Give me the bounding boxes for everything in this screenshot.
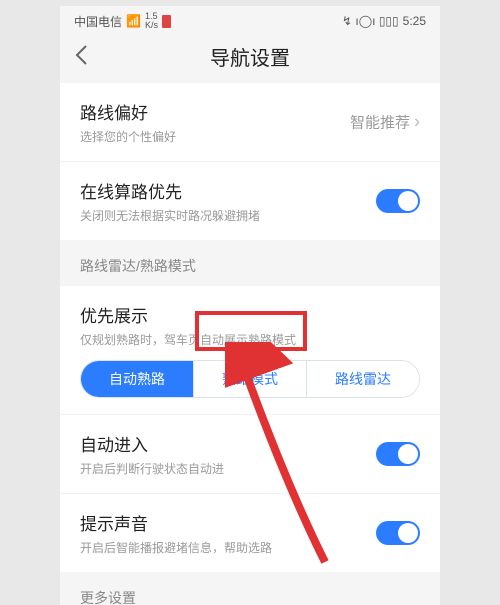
online-route-title: 在线算路优先 <box>80 178 420 203</box>
sound-hint-sub: 开启后智能播报避堵信息，帮助选路 <box>80 539 420 556</box>
card-route-basic: 路线偏好 选择您的个性偏好 智能推荐 › 在线算路优先 关闭则无法根据实时路况躲… <box>60 83 440 240</box>
sound-hint-toggle[interactable] <box>376 521 420 545</box>
signal-icon: 📶 <box>126 14 141 28</box>
time-label: 5:25 <box>403 14 426 28</box>
nav-header: 导航设置 <box>60 32 440 83</box>
row-priority-display: 优先展示 仅规划熟路时，驾车页自动展示熟路模式 自动熟路 熟路模式 路线雷达 <box>60 286 440 414</box>
auto-enter-sub: 开启后判断行驶状态自动进 <box>80 460 420 477</box>
battery-low-icon <box>162 15 171 28</box>
section-radar-label: 路线雷达/熟路模式 <box>60 242 440 286</box>
netspeed-label: 1.5 K/s <box>145 12 158 30</box>
seg-auto-familiar[interactable]: 自动熟路 <box>81 361 193 397</box>
seg-route-radar[interactable]: 路线雷达 <box>306 361 419 397</box>
auto-enter-title: 自动进入 <box>80 431 420 456</box>
seg-familiar-mode[interactable]: 熟路模式 <box>193 361 306 397</box>
online-route-toggle[interactable] <box>376 189 420 213</box>
route-pref-value-wrap: 智能推荐 › <box>350 112 420 133</box>
card-radar: 优先展示 仅规划熟路时，驾车页自动展示熟路模式 自动熟路 熟路模式 路线雷达 自… <box>60 286 440 572</box>
route-pref-value: 智能推荐 <box>350 112 410 133</box>
row-route-pref[interactable]: 路线偏好 选择您的个性偏好 智能推荐 › <box>60 83 440 161</box>
priority-sub: 仅规划熟路时，驾车页自动展示熟路模式 <box>80 331 420 348</box>
priority-title: 优先展示 <box>80 302 420 327</box>
page-title: 导航设置 <box>210 42 290 71</box>
row-online-route: 在线算路优先 关闭则无法根据实时路况躲避拥堵 <box>60 161 440 240</box>
sound-hint-title: 提示声音 <box>80 510 420 535</box>
status-bar: 中国电信 📶 1.5 K/s ↯ ı◯ı ▯▯▯ 5:25 <box>60 6 440 32</box>
row-auto-enter: 自动进入 开启后判断行驶状态自动进 <box>60 414 440 493</box>
phone-screen: 中国电信 📶 1.5 K/s ↯ ı◯ı ▯▯▯ 5:25 导航设置 路线偏好 … <box>60 6 440 605</box>
carrier-label: 中国电信 <box>74 13 122 30</box>
row-sound-hint: 提示声音 开启后智能播报避堵信息，帮助选路 <box>60 493 440 572</box>
segmented-control: 自动熟路 熟路模式 路线雷达 <box>80 360 420 398</box>
online-route-sub: 关闭则无法根据实时路况躲避拥堵 <box>80 207 420 224</box>
back-button[interactable] <box>74 44 88 72</box>
chevron-right-icon: › <box>414 112 420 133</box>
section-more-label: 更多设置 <box>60 574 440 605</box>
status-icons: ↯ ı◯ı ▯▯▯ <box>342 14 399 28</box>
auto-enter-toggle[interactable] <box>376 442 420 466</box>
